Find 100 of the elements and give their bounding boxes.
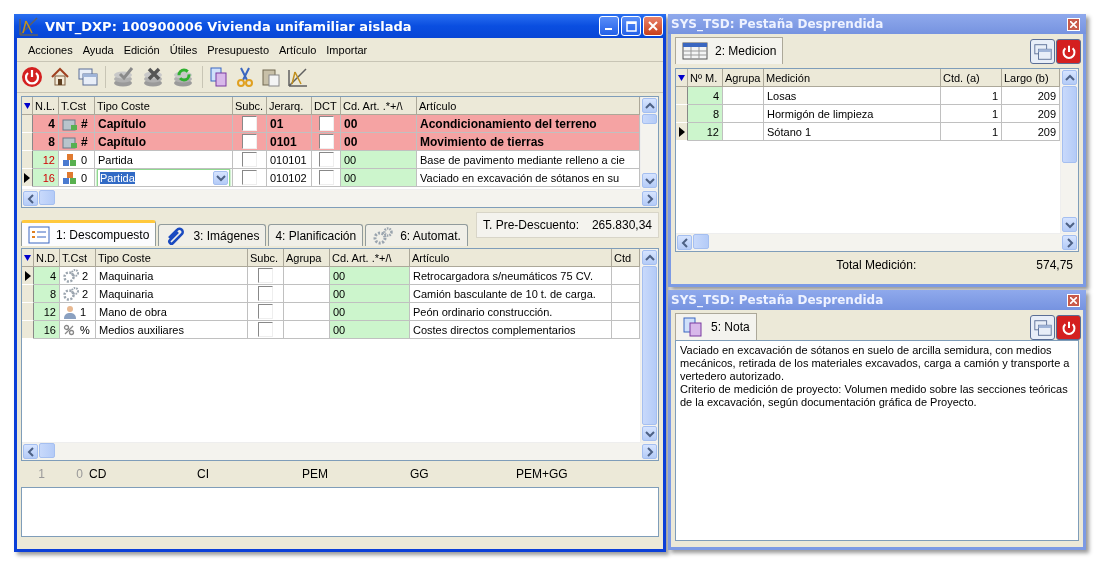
drafting-compass-icon[interactable] bbox=[287, 66, 309, 88]
windows-button[interactable] bbox=[77, 66, 99, 88]
disks-check-icon[interactable] bbox=[112, 66, 136, 88]
maximize-button[interactable] bbox=[621, 16, 641, 36]
note-text-area[interactable] bbox=[675, 340, 1079, 541]
checkbox[interactable] bbox=[258, 304, 273, 319]
minimize-button[interactable] bbox=[599, 16, 619, 36]
column-header[interactable]: Largo (b) bbox=[1002, 69, 1060, 87]
tab[interactable]: 4: Planificación bbox=[268, 224, 364, 246]
row-header[interactable] bbox=[676, 123, 688, 141]
table-cell: 12 bbox=[688, 123, 723, 141]
table-cell: Vaciado en excavación de sótanos en su bbox=[417, 169, 640, 187]
copy-icon[interactable] bbox=[209, 66, 229, 88]
close-button[interactable] bbox=[1067, 293, 1080, 307]
scroll-thumb[interactable] bbox=[39, 443, 55, 458]
close-button[interactable] bbox=[1067, 17, 1080, 31]
menu-item[interactable]: Edición bbox=[118, 43, 165, 56]
checkbox[interactable] bbox=[242, 152, 257, 167]
column-header[interactable]: T.Cst bbox=[60, 249, 96, 267]
vertical-scrollbar[interactable] bbox=[1060, 69, 1078, 233]
checkbox[interactable] bbox=[318, 152, 334, 167]
table-cell bbox=[612, 285, 640, 303]
column-header[interactable]: Artículo bbox=[410, 249, 612, 267]
drafting-compass-icon[interactable] bbox=[18, 15, 40, 37]
checkbox[interactable] bbox=[242, 116, 257, 131]
tab[interactable]: 3: Imágenes bbox=[158, 224, 267, 246]
column-header[interactable]: Ctd bbox=[612, 249, 640, 267]
tab[interactable]: 5: Nota bbox=[675, 313, 757, 340]
power-button[interactable] bbox=[1056, 315, 1081, 340]
table-cell bbox=[612, 267, 640, 285]
scroll-thumb[interactable] bbox=[1062, 86, 1077, 163]
checkbox[interactable] bbox=[318, 170, 334, 185]
checkbox[interactable] bbox=[318, 116, 334, 131]
column-header[interactable]: Medición bbox=[764, 69, 941, 87]
vertical-scrollbar[interactable] bbox=[640, 97, 658, 189]
text-area[interactable] bbox=[21, 487, 659, 537]
column-header[interactable]: Ctd. (a) bbox=[941, 69, 1002, 87]
scroll-up-button[interactable] bbox=[642, 250, 657, 265]
scroll-left-button[interactable] bbox=[677, 235, 692, 250]
checkbox[interactable] bbox=[242, 134, 257, 149]
cost-type-dropdown[interactable]: Partida bbox=[97, 169, 230, 186]
checkbox[interactable] bbox=[258, 268, 273, 283]
column-header[interactable]: Tipo Coste bbox=[96, 249, 248, 267]
column-header[interactable]: Cd. Art. .*+/\ bbox=[330, 249, 410, 267]
power-button[interactable] bbox=[1056, 39, 1081, 64]
column-header[interactable]: N.D. bbox=[34, 249, 60, 267]
column-header[interactable]: Subc. bbox=[248, 249, 284, 267]
close-button[interactable] bbox=[643, 16, 663, 36]
column-header[interactable]: Tipo Coste bbox=[95, 97, 233, 115]
scroll-right-button[interactable] bbox=[642, 191, 657, 206]
scroll-up-button[interactable] bbox=[1062, 70, 1077, 85]
checkbox[interactable] bbox=[258, 322, 273, 337]
scroll-down-button[interactable] bbox=[642, 173, 657, 188]
column-header[interactable]: Nº M. bbox=[688, 69, 723, 87]
menu-item[interactable]: Artículo bbox=[274, 43, 322, 56]
tab[interactable]: 6: Automat. bbox=[365, 224, 468, 246]
menu-item[interactable]: Presupuesto bbox=[202, 43, 274, 56]
row-header[interactable] bbox=[22, 267, 34, 285]
horizontal-scrollbar[interactable] bbox=[22, 189, 658, 207]
scissors-icon[interactable] bbox=[235, 66, 255, 88]
paste-icon[interactable] bbox=[261, 66, 281, 88]
scroll-right-button[interactable] bbox=[642, 444, 657, 459]
scroll-up-button[interactable] bbox=[642, 98, 657, 113]
column-header[interactable]: Agrupa bbox=[284, 249, 330, 267]
scroll-left-button[interactable] bbox=[23, 191, 38, 206]
column-header[interactable]: DCT bbox=[312, 97, 341, 115]
menu-item[interactable]: Importar bbox=[321, 43, 373, 56]
scroll-thumb[interactable] bbox=[39, 190, 55, 205]
scroll-right-button[interactable] bbox=[1062, 235, 1077, 250]
column-header[interactable]: Subc. bbox=[233, 97, 267, 115]
column-header[interactable]: Agrupa bbox=[723, 69, 764, 87]
menu-item[interactable]: Acciones bbox=[23, 43, 78, 56]
checkbox[interactable] bbox=[258, 286, 273, 301]
vertical-scrollbar[interactable] bbox=[640, 249, 658, 442]
column-header[interactable]: Jerarq. bbox=[267, 97, 312, 115]
row-header[interactable] bbox=[22, 169, 33, 187]
scroll-down-button[interactable] bbox=[642, 426, 657, 441]
scroll-thumb[interactable] bbox=[642, 114, 657, 124]
scroll-down-button[interactable] bbox=[1062, 217, 1077, 232]
menu-item[interactable]: Ayuda bbox=[77, 43, 119, 56]
home-button[interactable] bbox=[49, 66, 71, 88]
windows-button[interactable] bbox=[1030, 315, 1055, 340]
checkbox[interactable] bbox=[242, 170, 257, 185]
column-header[interactable]: N.L. bbox=[33, 97, 59, 115]
horizontal-scrollbar[interactable] bbox=[676, 233, 1078, 251]
windows-button[interactable] bbox=[1030, 39, 1055, 64]
scroll-left-button[interactable] bbox=[23, 444, 38, 459]
column-header[interactable]: Artículo bbox=[417, 97, 640, 115]
tab[interactable]: 2: Medicion bbox=[675, 37, 784, 64]
scroll-thumb[interactable] bbox=[642, 266, 657, 425]
column-header[interactable]: Cd. Art. .*+/\ bbox=[341, 97, 417, 115]
power-button[interactable] bbox=[21, 66, 43, 88]
menu-item[interactable]: Útiles bbox=[164, 43, 203, 56]
checkbox[interactable] bbox=[318, 134, 334, 149]
table-cell: 16 bbox=[34, 321, 60, 339]
column-header[interactable]: T.Cst bbox=[59, 97, 95, 115]
horizontal-scrollbar[interactable] bbox=[22, 442, 658, 460]
tab[interactable]: 1: Descompuesto bbox=[21, 220, 157, 246]
scroll-thumb[interactable] bbox=[693, 234, 709, 249]
table-cell: 12 bbox=[34, 303, 60, 321]
